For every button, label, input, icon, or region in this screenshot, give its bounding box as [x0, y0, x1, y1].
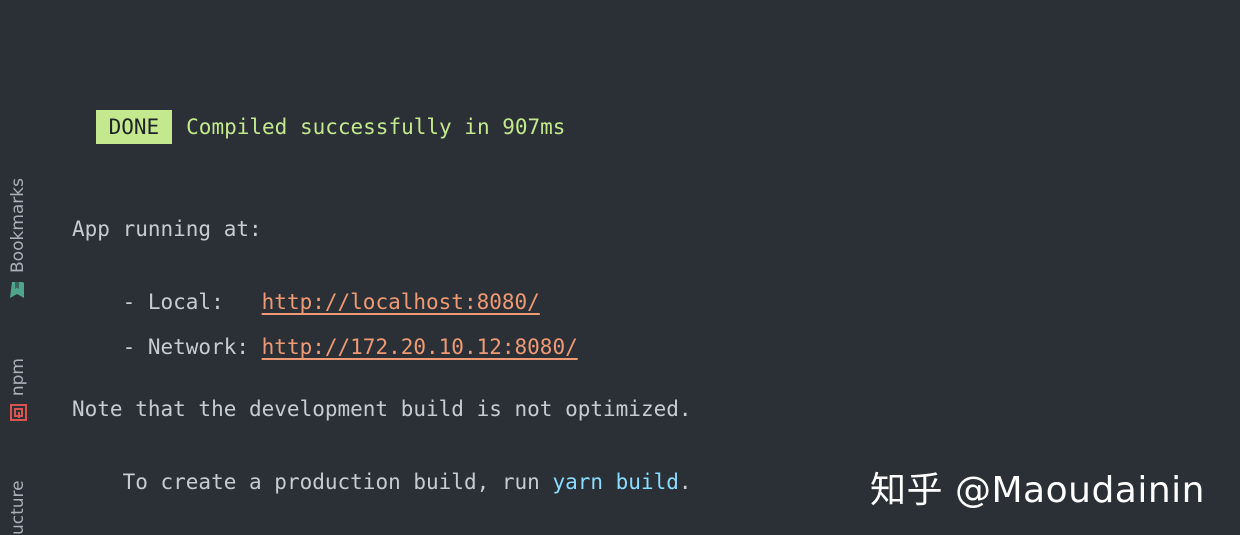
- production-hint-suffix: .: [678, 470, 692, 494]
- network-url-link[interactable]: http://172.20.10.12:8080/: [262, 335, 578, 359]
- sidebar-tab-label: npm: [8, 358, 28, 397]
- production-hint-prefix: To create a production build, run: [122, 470, 553, 494]
- production-build-hint: To create a production build, run yarn b…: [72, 440, 692, 524]
- sidebar-tab-label: ucture: [8, 480, 28, 535]
- build-status-line: DONE Compiled successfully in 907ms: [45, 76, 565, 178]
- build-status-message: Compiled successfully in 907ms: [186, 115, 566, 139]
- app-running-heading: App running at:: [72, 217, 262, 241]
- dev-build-note: Note that the development build is not o…: [72, 397, 692, 421]
- sidebar-tab-structure[interactable]: ucture: [3, 470, 33, 535]
- network-url-line: - Network: http://172.20.10.12:8080/: [72, 305, 578, 389]
- terminal-window: Bookmarks npm ucture DONE Compiled succes…: [0, 0, 1240, 535]
- bookmark-icon: [10, 281, 24, 298]
- done-badge: DONE: [95, 110, 173, 144]
- sidebar-tab-npm[interactable]: npm: [3, 358, 33, 422]
- npm-icon: [9, 404, 27, 422]
- network-label: - Network:: [122, 335, 262, 359]
- sidebar-tab-bookmarks[interactable]: Bookmarks: [3, 178, 33, 299]
- tool-window-strip: Bookmarks npm ucture: [0, 0, 36, 535]
- sidebar-tab-label: Bookmarks: [8, 178, 28, 273]
- yarn-build-command: yarn build: [552, 470, 679, 494]
- watermark: 知乎 @Maoudainin: [870, 470, 1205, 511]
